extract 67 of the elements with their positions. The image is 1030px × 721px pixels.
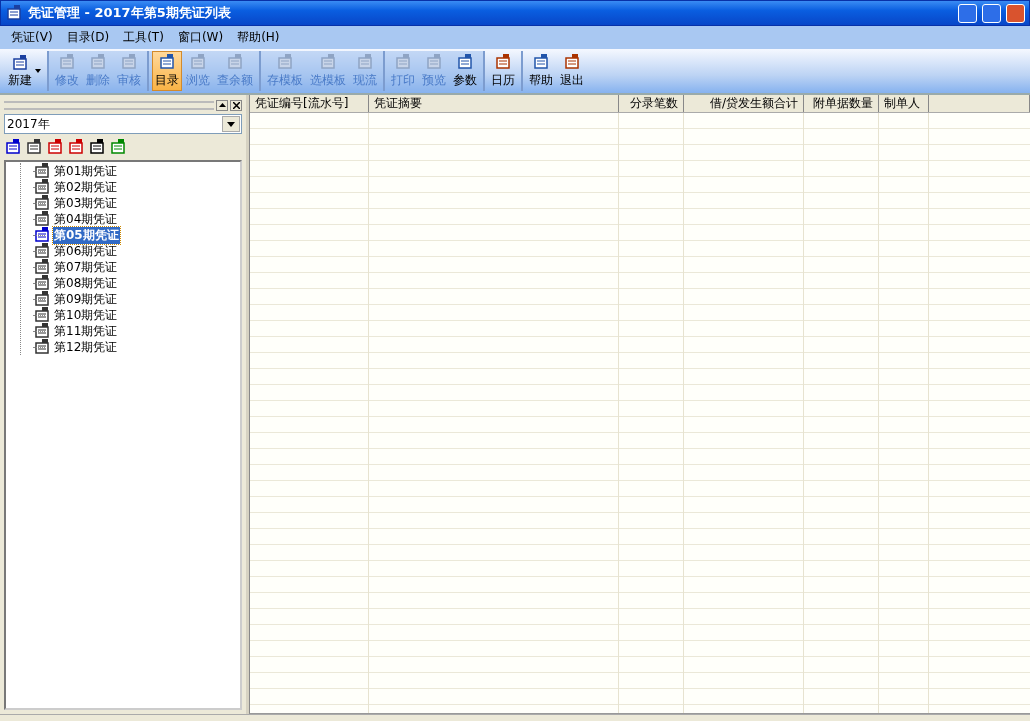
document-icon — [89, 53, 107, 71]
folder-icon — [33, 306, 51, 324]
folder-icon — [33, 322, 51, 340]
document-icon — [319, 53, 337, 71]
document-icon — [120, 53, 138, 71]
tree-item[interactable]: 第02期凭证 — [53, 178, 119, 196]
close-button[interactable] — [230, 99, 242, 111]
folder-icon — [33, 194, 51, 212]
tree-item[interactable]: 第11期凭证 — [53, 322, 119, 340]
menu-item[interactable]: 工具(T) — [116, 29, 171, 46]
restore-button[interactable] — [982, 3, 1001, 23]
folder-icon — [33, 258, 51, 276]
document-icon — [356, 53, 374, 71]
column-header[interactable]: 凭证编号[流水号] — [250, 95, 369, 112]
document-icon — [189, 53, 207, 71]
document-icon — [226, 53, 244, 71]
toolbar-button[interactable]: 目录 — [152, 51, 182, 91]
tree-item[interactable]: 第05期凭证 — [53, 226, 120, 244]
column-header[interactable]: 分录笔数 — [619, 95, 684, 112]
triangle-up-icon — [218, 103, 226, 107]
document-icon — [563, 53, 581, 71]
toolbar-button[interactable]: 日历 — [488, 51, 518, 91]
tree-item[interactable]: 第01期凭证 — [53, 162, 119, 180]
document-icon — [158, 53, 176, 71]
menu-item[interactable]: 凭证(V) — [4, 29, 60, 46]
document-icon — [425, 53, 443, 71]
tree-item[interactable]: 第09期凭证 — [53, 290, 119, 308]
folder-icon — [33, 274, 51, 292]
document-icon — [456, 53, 474, 71]
year-dropdown[interactable]: 2017年 — [4, 114, 242, 134]
toolbar-button[interactable]: 帮助 — [526, 51, 556, 91]
minimize-button[interactable] — [958, 3, 977, 23]
document-icon — [58, 53, 76, 71]
folder-icon — [33, 210, 51, 228]
folder-icon — [33, 226, 51, 244]
document-icon — [11, 53, 29, 72]
menu-item[interactable]: 帮助(H) — [230, 29, 287, 46]
tree-item[interactable]: 第03期凭证 — [53, 194, 119, 212]
column-header[interactable]: 附单据数量 — [804, 95, 879, 112]
folder-icon — [33, 242, 51, 260]
document-icon — [276, 53, 294, 71]
window-title: 凭证管理 - 2017年第5期凭证列表 — [28, 4, 232, 22]
menu-item[interactable]: 目录(D) — [59, 29, 117, 46]
tree-item[interactable]: 第04期凭证 — [53, 210, 119, 228]
column-header[interactable]: 借/贷发生额合计 — [684, 95, 804, 112]
caret-icon — [35, 69, 41, 73]
tree-item[interactable]: 第08期凭证 — [53, 274, 119, 292]
tree-item[interactable]: 第10期凭证 — [53, 306, 119, 324]
caret-icon — [227, 121, 235, 127]
document-icon — [394, 53, 412, 71]
panel-grip[interactable] — [4, 100, 214, 110]
document-icon — [532, 53, 550, 71]
column-header[interactable]: 制单人 — [879, 95, 929, 112]
column-header[interactable]: 凭证摘要 — [369, 95, 619, 112]
toolbar-button[interactable]: 新建 — [5, 51, 44, 91]
menu-item[interactable]: 窗口(W) — [170, 29, 231, 46]
tree-item[interactable]: 第07期凭证 — [53, 258, 119, 276]
tree-item[interactable]: 第12期凭证 — [53, 338, 119, 356]
collapse-button[interactable] — [216, 99, 228, 111]
toolbar-button[interactable]: 参数 — [450, 51, 480, 91]
window-icon — [5, 4, 23, 22]
folder-icon — [33, 338, 51, 356]
document-icon — [494, 53, 512, 71]
folder-icon — [33, 178, 51, 196]
folder-icon — [33, 290, 51, 308]
tree-item[interactable]: 第06期凭证 — [53, 242, 119, 260]
toolbar-button[interactable]: 退出 — [557, 51, 587, 91]
